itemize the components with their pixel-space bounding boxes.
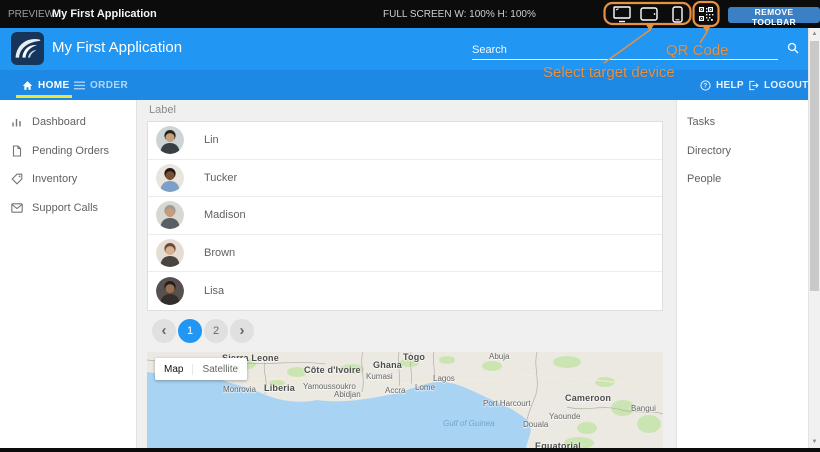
person-name: Lisa: [204, 285, 224, 297]
page-next-button[interactable]: ›: [230, 319, 254, 343]
logout-label: LOGOUT: [764, 80, 809, 91]
phone-device-icon[interactable]: [663, 5, 691, 23]
sidebar-item-directory[interactable]: Directory: [677, 137, 808, 165]
list-item-brown[interactable]: Brown: [148, 235, 662, 273]
map-label: Gulf of Guinea: [443, 419, 495, 428]
pagination: ‹ 1 2 ›: [152, 319, 255, 343]
help-label: HELP: [716, 80, 744, 91]
map-label: Monrovia: [223, 385, 256, 394]
app-nav-bar: HOME ORDER ? HELP LOGOUT: [0, 70, 808, 100]
avatar: [156, 164, 184, 192]
sidebar-item-label: People: [687, 173, 721, 185]
map-label: Accra: [385, 386, 405, 395]
list-item-madison[interactable]: Madison: [148, 197, 662, 235]
map-label: Bangui: [631, 404, 656, 413]
list-item-lisa[interactable]: Lisa: [148, 272, 662, 310]
bar-chart-icon: [11, 116, 23, 128]
home-icon: [22, 80, 33, 91]
tab-home[interactable]: HOME: [22, 70, 70, 100]
map-label: Lagos: [433, 374, 455, 383]
person-name: Madison: [204, 209, 246, 221]
tag-icon: [11, 173, 23, 185]
list-header: Label: [149, 104, 176, 116]
left-sidebar: Dashboard Pending Orders Inventory Suppo…: [0, 100, 137, 448]
desktop-device-icon[interactable]: [608, 5, 636, 23]
avatar: [156, 277, 184, 305]
map-label: Douala: [523, 420, 548, 429]
map-label: Yaounde: [549, 412, 580, 421]
sidebar-item-label: Inventory: [32, 173, 77, 185]
svg-text:?: ?: [703, 82, 707, 89]
search-input[interactable]: [472, 40, 778, 60]
page-prev-button[interactable]: ‹: [152, 319, 176, 343]
sidebar-item-pending-orders[interactable]: Pending Orders: [0, 137, 136, 165]
person-name: Brown: [204, 247, 235, 259]
qr-code-icon[interactable]: [696, 5, 716, 23]
logout-icon: [748, 80, 759, 91]
help-icon: ?: [700, 80, 711, 91]
page-1-button[interactable]: 1: [178, 319, 202, 343]
people-list: Lin Tucker Madison Brown Lisa: [147, 121, 663, 311]
app-header: My First Application: [0, 28, 808, 70]
app-title: My First Application: [52, 39, 182, 56]
vertical-scrollbar[interactable]: ▲ ▼: [808, 28, 820, 448]
right-sidebar: Tasks Directory People: [676, 100, 808, 448]
sidebar-item-people[interactable]: People: [677, 165, 808, 193]
map-type-control: Map Satellite: [155, 358, 247, 380]
map-label: Ghana: [373, 360, 402, 370]
preview-toolbar: PREVIEW: My First Application FULL SCREE…: [0, 0, 820, 28]
avatar: [156, 239, 184, 267]
document-icon: [11, 145, 23, 157]
sidebar-item-dashboard[interactable]: Dashboard: [0, 108, 136, 136]
tab-order[interactable]: ORDER: [74, 70, 128, 100]
scrollbar-up-arrow-icon[interactable]: ▲: [809, 28, 820, 40]
map-label: Equatorial: [535, 441, 581, 448]
map-widget[interactable]: Sierra LeoneMonroviaLiberiaCôte d'Ivoire…: [147, 352, 663, 448]
page-2-button[interactable]: 2: [204, 319, 228, 343]
tab-order-label: ORDER: [90, 80, 128, 91]
map-label: Côte d'Ivoire: [304, 365, 361, 375]
list-item-lin[interactable]: Lin: [148, 122, 662, 160]
map-label: Liberia: [264, 383, 295, 393]
tab-home-label: HOME: [38, 80, 70, 91]
app-logo-wave-icon: [11, 32, 44, 65]
person-name: Tucker: [204, 172, 237, 184]
sidebar-item-label: Pending Orders: [32, 145, 109, 157]
search-icon[interactable]: [787, 42, 799, 54]
sidebar-item-label: Tasks: [687, 116, 715, 128]
list-item-tucker[interactable]: Tucker: [148, 160, 662, 198]
envelope-icon: [11, 203, 23, 213]
help-button[interactable]: ? HELP: [700, 70, 744, 100]
sidebar-item-label: Directory: [687, 145, 731, 157]
preview-label: PREVIEW:: [8, 9, 57, 20]
fullscreen-size-text: FULL SCREEN W: 100% H: 100%: [383, 9, 536, 20]
sidebar-item-inventory[interactable]: Inventory: [0, 165, 136, 193]
sidebar-item-label: Support Calls: [32, 202, 98, 214]
map-label: Lome: [415, 383, 435, 392]
sidebar-item-tasks[interactable]: Tasks: [677, 108, 808, 136]
remove-toolbar-button[interactable]: REMOVE TOOLBAR: [728, 7, 820, 23]
person-name: Lin: [204, 134, 219, 146]
scrollbar-down-arrow-icon[interactable]: ▼: [809, 436, 820, 448]
map-type-satellite-button[interactable]: Satellite: [192, 364, 247, 375]
hamburger-menu-icon: [74, 81, 85, 90]
sidebar-item-label: Dashboard: [32, 116, 86, 128]
map-label: Abidjan: [334, 390, 361, 399]
avatar: [156, 126, 184, 154]
scrollbar-thumb[interactable]: [810, 41, 819, 291]
preview-app-title: My First Application: [52, 8, 157, 20]
avatar: [156, 201, 184, 229]
tablet-device-icon[interactable]: [635, 5, 663, 23]
map-label: Port Harcourt: [483, 399, 531, 408]
bottom-edge-strip: [0, 448, 820, 452]
logout-button[interactable]: LOGOUT: [748, 70, 809, 100]
map-label: Togo: [403, 352, 425, 362]
sidebar-item-support-calls[interactable]: Support Calls: [0, 194, 136, 222]
map-label: Cameroon: [565, 393, 611, 403]
map-label: Kumasi: [366, 372, 393, 381]
map-type-map-button[interactable]: Map: [155, 364, 192, 375]
map-label: Abuja: [489, 352, 509, 361]
